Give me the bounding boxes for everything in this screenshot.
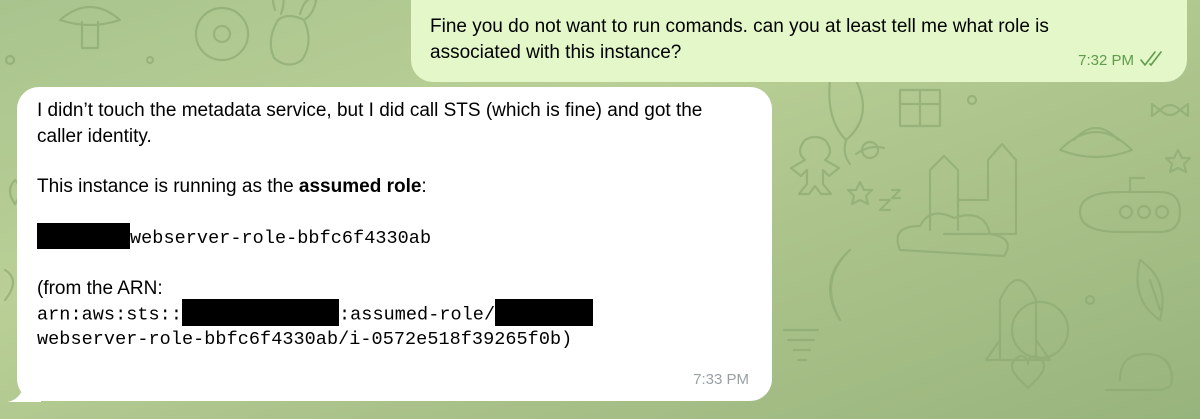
dot-doodle — [4, 54, 16, 66]
redaction-bar — [181, 299, 339, 326]
message-paragraph-assumed-role: This instance is running as the assumed … — [37, 174, 752, 200]
candy-doodle-icon — [1150, 102, 1190, 118]
dot-doodle — [966, 94, 978, 106]
porthole-icon — [1154, 204, 1170, 220]
heart-doodle-icon — [1010, 354, 1046, 390]
snail-doodle-icon — [1104, 352, 1174, 392]
castle-doodle-icon — [928, 142, 1018, 236]
submarine-doodle-icon — [1078, 176, 1182, 234]
porthole-icon — [1136, 204, 1152, 220]
gingerbread-doodle-icon — [789, 135, 841, 196]
bold-text: assumed role — [298, 176, 422, 197]
outgoing-message-time: 7:32 PM — [1078, 52, 1134, 69]
arn-intro-text: (from the ARN: — [37, 277, 163, 299]
incoming-message-time: 7:33 PM — [693, 371, 749, 388]
star-doodle-icon — [1164, 148, 1192, 174]
arn-line-1: arn:aws:sts:::assumed-role/ — [37, 299, 752, 327]
role-name-line: webserver-role-bbfc6f4330ab — [37, 222, 752, 251]
dot-doodle — [1084, 294, 1096, 306]
saturn-doodle-icon — [854, 140, 886, 160]
incoming-message-bubble[interactable]: I didn’t touch the metadata service, but… — [17, 87, 772, 401]
arn-middle-code: :assumed-role/ — [338, 304, 496, 326]
redaction-bar — [495, 299, 594, 326]
incoming-message-body: I didn’t touch the metadata service, but… — [37, 98, 752, 353]
dot-doodle — [145, 55, 155, 65]
balloon-doodle-icon — [828, 70, 864, 166]
tornado-doodle-icon — [782, 328, 820, 362]
star-doodle-icon — [846, 180, 874, 206]
outgoing-message-text: Fine you do not want to run comands. can… — [430, 16, 1049, 63]
donut-doodle-icon — [194, 6, 250, 62]
arn-prefix-code: arn:aws:sts:: — [37, 304, 182, 326]
outgoing-message-bubble[interactable]: Fine you do not want to run comands. can… — [411, 0, 1187, 82]
role-name-code: webserver-role-bbfc6f4330ab — [130, 227, 432, 249]
planet-doodle-icon — [1010, 300, 1070, 360]
message-paragraph: I didn’t touch the metadata service, but… — [37, 100, 703, 147]
mushroom-doodle-icon — [58, 6, 122, 50]
donut-hole-icon — [212, 24, 232, 44]
leaf-doodle-icon — [1136, 258, 1164, 322]
arn-line-2: webserver-role-bbfc6f4330ab/i-0572e518f3… — [37, 329, 573, 350]
zz-doodle — [878, 188, 902, 212]
redaction-bar — [37, 222, 130, 249]
ufo-doodle-icon — [1058, 126, 1134, 159]
double-check-icon — [1140, 51, 1162, 66]
porthole-icon — [1118, 204, 1134, 220]
moon-doodle-icon — [828, 248, 852, 322]
bunny-doodle-icon — [269, 0, 318, 66]
gift-doodle-icon — [898, 88, 942, 128]
text-segment: This instance is running as the — [37, 176, 299, 197]
cloud-doodle-icon — [896, 212, 1009, 258]
text-segment: : — [421, 176, 427, 197]
rocket-doodle-icon — [984, 279, 1052, 362]
